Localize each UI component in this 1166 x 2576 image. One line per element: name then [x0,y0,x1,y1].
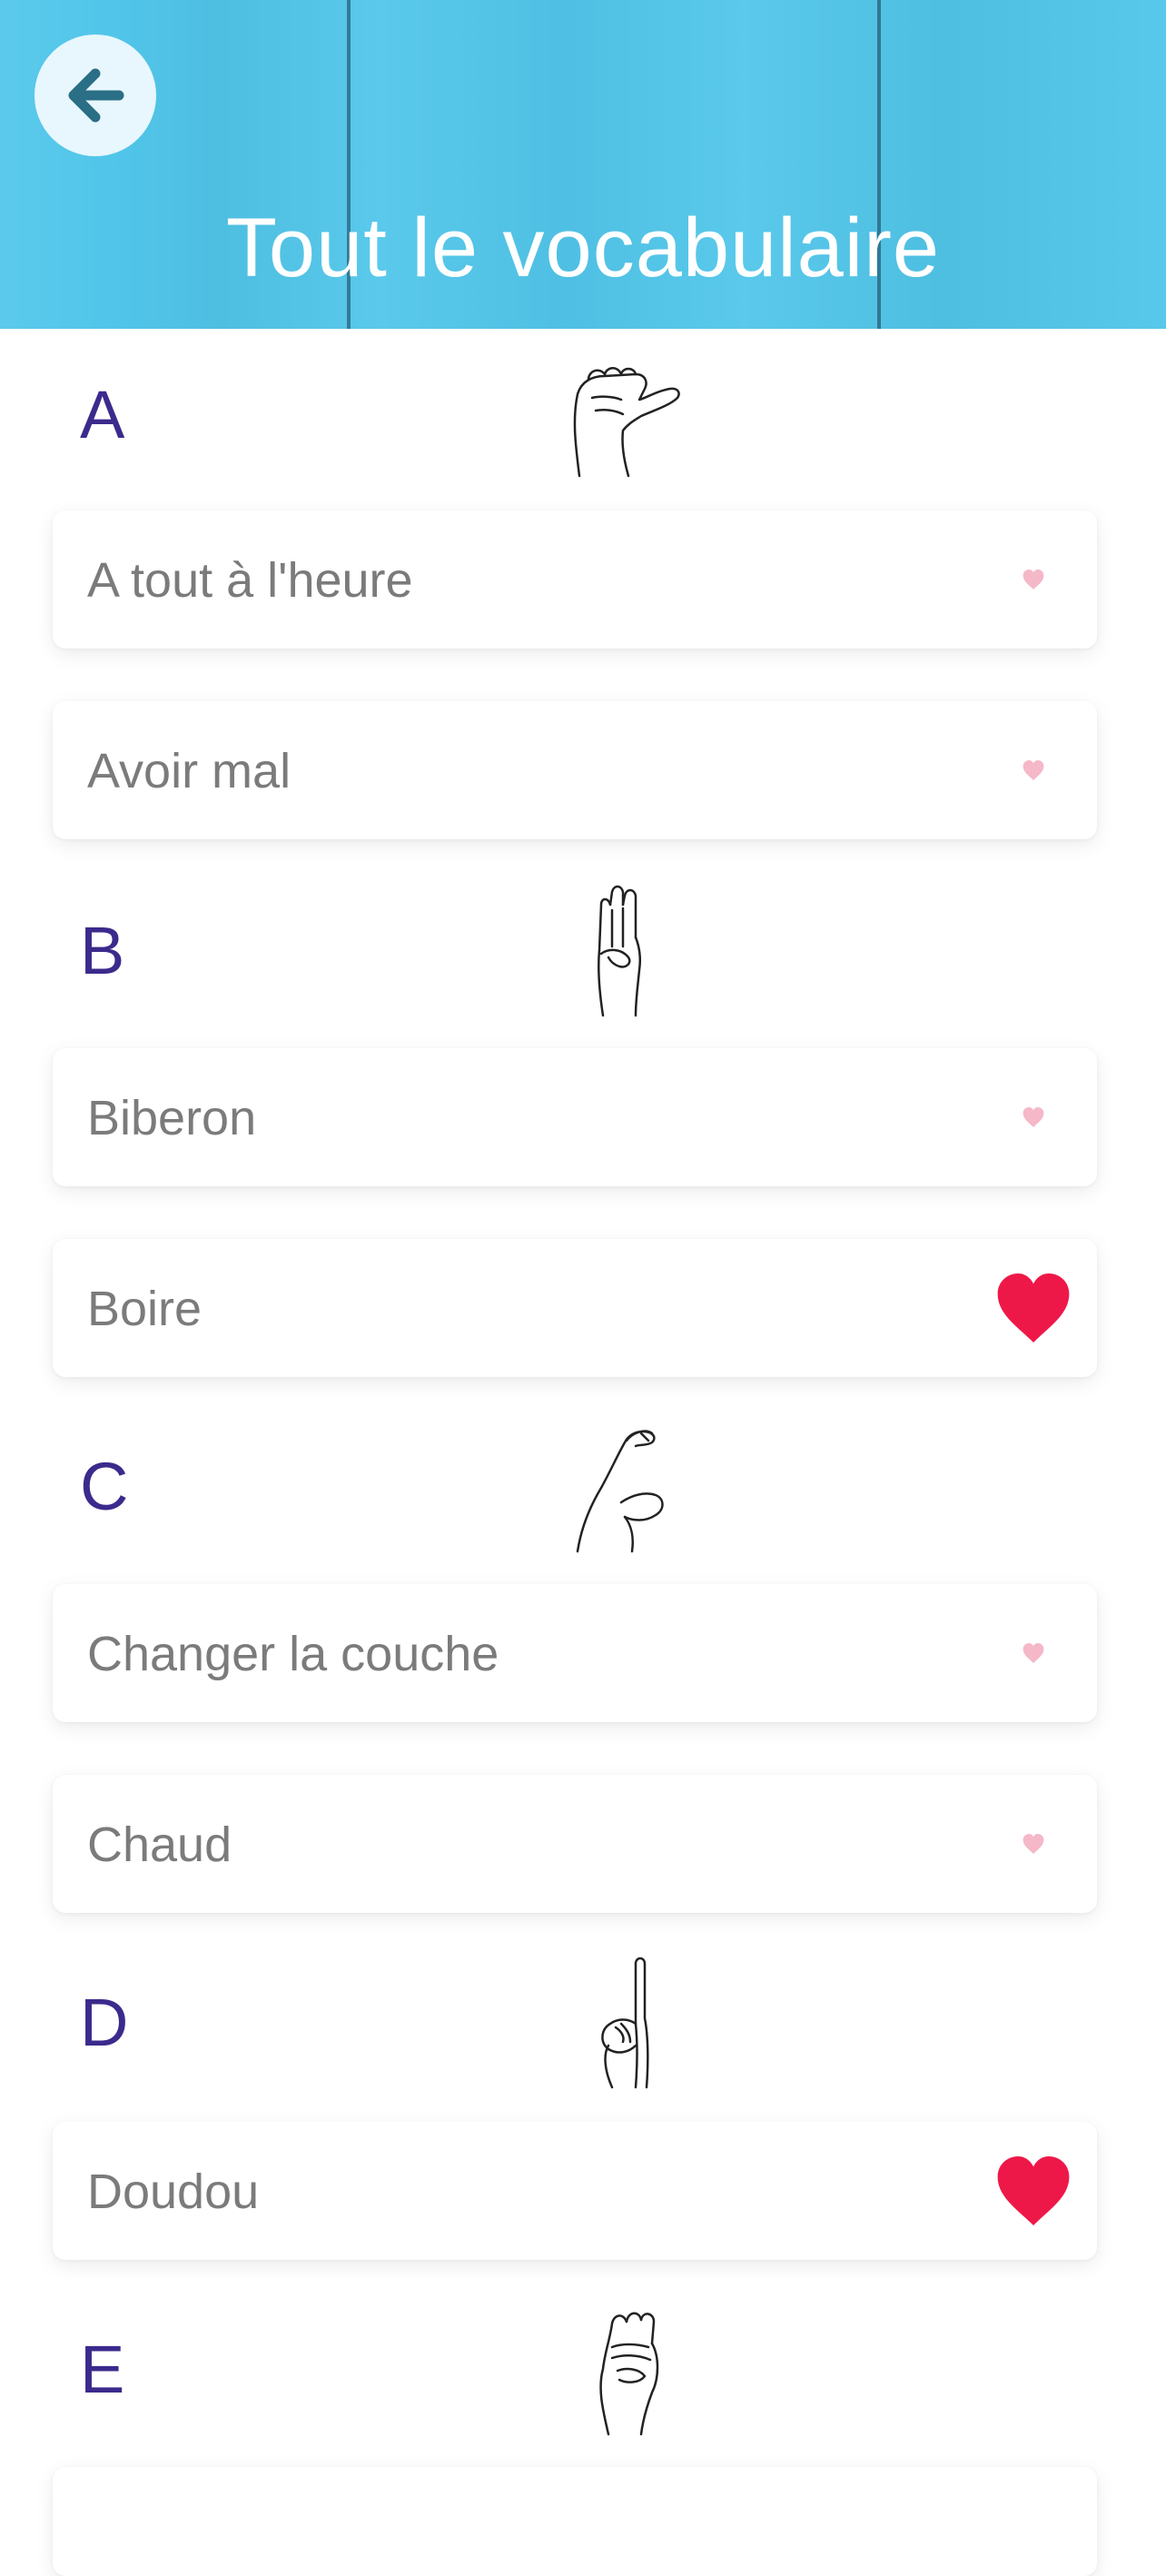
list-item[interactable]: Boire [53,1239,1097,1377]
section-header-e: E [0,2284,1166,2456]
arrow-left-icon [68,68,124,123]
section-header-d: D [0,1937,1166,2109]
favorite-toggle[interactable] [988,534,1079,625]
favorite-toggle[interactable] [988,1798,1079,1889]
section-letter: C [80,1449,129,1524]
favorite-toggle[interactable] [988,1072,1079,1163]
heart-icon [997,2156,1070,2225]
list-item[interactable]: Avoir mal [53,701,1097,839]
heart-icon [1023,760,1044,780]
list-item-label: Avoir mal [87,744,292,798]
section-header-c: C [0,1401,1166,1573]
list-item[interactable]: Doudou [53,2122,1097,2260]
heart-icon [997,1273,1070,1342]
list-item-label: Boire [87,1282,203,1336]
list-item-label: Changer la couche [87,1627,499,1681]
favorite-toggle[interactable] [988,1608,1079,1699]
sign-letter-a-hand-icon [573,367,680,478]
list-item[interactable]: Changer la couche [53,1584,1097,1722]
list-item[interactable]: Biberon [53,1048,1097,1186]
header: Tout le vocabulaire [0,0,1166,329]
list-item-label: Doudou [87,2165,260,2219]
heart-icon [1023,570,1044,590]
sign-letter-d-hand-icon [601,1957,649,2089]
heart-icon [1023,1834,1044,1854]
list-item-label: A tout à l'heure [87,553,413,608]
vocabulary-list[interactable]: A A tout à l'heure Avoir mal B Biberon B… [0,329,1166,2576]
section-letter: E [80,2332,125,2407]
heart-icon [1023,1107,1044,1127]
list-item-label: Biberon [87,1091,257,1145]
sign-letter-e-hand-icon [599,2312,659,2436]
section-header-a: A [0,329,1166,501]
heart-icon [1023,1643,1044,1663]
section-letter: A [80,377,125,452]
section-letter: D [80,1985,129,2060]
favorite-toggle[interactable] [988,725,1079,816]
back-button[interactable] [35,35,156,156]
section-letter: B [80,913,125,988]
favorite-toggle[interactable] [988,1263,1079,1353]
section-header-b: B [0,865,1166,1037]
favorite-toggle[interactable] [988,2145,1079,2236]
sign-letter-b-hand-icon [597,885,642,1017]
list-item[interactable]: Chaud [53,1775,1097,1913]
list-item[interactable] [53,2467,1097,2576]
page-title: Tout le vocabulaire [225,202,941,294]
list-item[interactable]: A tout à l'heure [53,510,1097,649]
sign-letter-c-hand-icon [576,1430,664,1553]
list-item-label: Chaud [87,1818,232,1872]
